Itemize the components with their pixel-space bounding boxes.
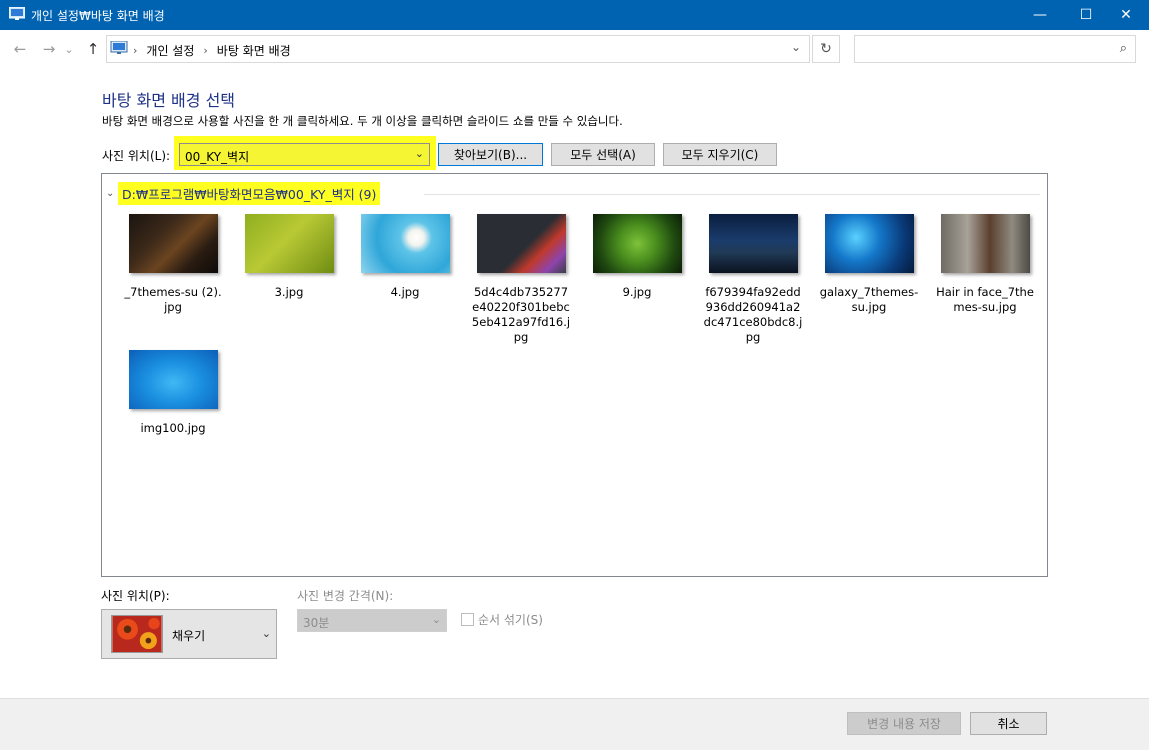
chevron-down-icon: ⌄ (261, 627, 271, 640)
picture-tile[interactable]: 3.jpg (234, 214, 344, 300)
picture-tile[interactable]: 4.jpg (350, 214, 460, 300)
save-changes-button[interactable]: 변경 내용 저장 (847, 712, 961, 735)
refresh-button[interactable]: ↻ (812, 35, 840, 63)
address-bar[interactable]: › 개인 설정 › 바탕 화면 배경 ⌄ (106, 35, 810, 63)
picture-filename: Hair in face_7themes-su.jpg (936, 285, 1034, 314)
picture-filename: 9.jpg (622, 285, 652, 299)
picture-filename: f679394fa92edd936dd260941a2dc471ce80bdc8… (703, 285, 803, 344)
picture-thumbnail[interactable] (244, 214, 334, 273)
title-bar: 개인 설정₩바탕 화면 배경 — ☐ ✕ (0, 0, 1149, 30)
control-panel-icon (110, 41, 128, 54)
recent-locations-button[interactable]: ⌄ (62, 38, 76, 60)
folder-group-header[interactable]: ⌄ D:₩프로그램₩바탕화면모음₩00_KY_벽지 (9) (106, 182, 381, 205)
cancel-button[interactable]: 취소 (970, 712, 1047, 735)
picture-tile[interactable]: img100.jpg (118, 350, 228, 436)
change-interval-value: 30분 (303, 616, 330, 630)
picture-tile[interactable]: 5d4c4db735277e40220f301bebc5eb412a97fd16… (466, 214, 576, 345)
chevron-down-icon: ⌄ (414, 147, 424, 160)
picture-filename: 5d4c4db735277e40220f301bebc5eb412a97fd16… (471, 285, 571, 344)
picture-filename: 3.jpg (274, 285, 304, 299)
picture-thumbnail[interactable] (940, 214, 1030, 273)
breadcrumb-separator-icon: › (203, 44, 208, 57)
picture-position-value: 채우기 (172, 629, 206, 643)
picture-tile[interactable]: Hair in face_7themes-su.jpg (930, 214, 1040, 315)
group-divider (424, 194, 1040, 195)
chevron-down-icon: ⌄ (431, 613, 441, 626)
close-button[interactable]: ✕ (1103, 0, 1149, 30)
forward-arrow-icon: → (42, 40, 56, 58)
breadcrumb-personalization[interactable]: 개인 설정 (146, 42, 194, 59)
change-interval-select[interactable]: 30분 ⌄ (297, 609, 447, 632)
browse-button[interactable]: 찾아보기(B)... (438, 143, 543, 166)
minimize-icon: — (1033, 7, 1047, 23)
picture-thumbnail[interactable] (824, 214, 914, 273)
picture-tile[interactable]: f679394fa92edd936dd260941a2dc471ce80bdc8… (698, 214, 808, 345)
breadcrumb-desktop-background[interactable]: 바탕 화면 배경 (217, 42, 291, 59)
change-interval-label: 사진 변경 간격(N): (297, 589, 394, 603)
up-arrow-icon: ↑ (86, 40, 100, 58)
picture-thumbnail[interactable] (708, 214, 798, 273)
chevron-down-icon: ⌄ (64, 42, 74, 56)
picture-tile[interactable]: _7themes-su (2).jpg (118, 214, 228, 315)
shuffle-label: 순서 섞기(S) (478, 613, 543, 627)
picture-location-label: 사진 위치(L): (102, 149, 171, 163)
footer-bar: 변경 내용 저장 취소 (0, 698, 1149, 750)
close-icon: ✕ (1120, 7, 1132, 23)
page-title: 바탕 화면 배경 선택 (102, 91, 236, 110)
minimize-button[interactable]: — (1017, 0, 1063, 30)
page-description: 바탕 화면 배경으로 사용할 사진을 한 개 클릭하세요. 두 개 이상을 클릭… (102, 114, 623, 128)
picture-filename: img100.jpg (140, 421, 206, 435)
picture-location-select[interactable]: 00_KY_벽지 ⌄ (179, 143, 430, 166)
select-all-button[interactable]: 모두 선택(A) (551, 143, 655, 166)
picture-thumbnail[interactable] (128, 214, 218, 273)
picture-location-value: 00_KY_벽지 (185, 150, 250, 164)
picture-filename: _7themes-su (2).jpg (124, 285, 222, 314)
maximize-icon: ☐ (1079, 7, 1093, 23)
picture-thumbnail[interactable] (128, 350, 218, 409)
breadcrumb: › 개인 설정 › 바탕 화면 배경 (133, 42, 291, 59)
shuffle-checkbox[interactable] (461, 613, 474, 626)
forward-button[interactable]: → (38, 38, 60, 60)
clear-all-button[interactable]: 모두 지우기(C) (663, 143, 777, 166)
picture-filename: 4.jpg (390, 285, 420, 299)
picture-tile[interactable]: galaxy_7themes-su.jpg (814, 214, 924, 315)
picture-position-label: 사진 위치(P): (101, 589, 170, 603)
refresh-icon: ↻ (820, 41, 832, 57)
picture-thumbnail[interactable] (592, 214, 682, 273)
picture-thumbnail[interactable] (360, 214, 450, 273)
collapse-chevron-icon[interactable]: ⌄ (106, 188, 118, 199)
picture-position-select[interactable]: 채우기 ⌄ (101, 609, 277, 659)
picture-thumbnail[interactable] (476, 214, 566, 273)
address-dropdown-icon[interactable]: ⌄ (791, 40, 801, 54)
window-title: 개인 설정₩바탕 화면 배경 (31, 9, 165, 23)
search-input[interactable] (859, 40, 1109, 58)
up-button[interactable]: ↑ (82, 38, 104, 60)
search-icon[interactable]: ⌕ (1120, 41, 1127, 56)
shuffle-option[interactable]: 순서 섞기(S) (461, 611, 543, 628)
picture-tile[interactable]: 9.jpg (582, 214, 692, 300)
picture-list[interactable]: ⌄ D:₩프로그램₩바탕화면모음₩00_KY_벽지 (9) _7themes-s… (101, 173, 1048, 577)
fill-preview-image (111, 615, 163, 653)
folder-group-title: D:₩프로그램₩바탕화면모음₩00_KY_벽지 (9) (118, 182, 381, 205)
search-box[interactable]: ⌕ (854, 35, 1136, 63)
breadcrumb-separator-icon: › (133, 44, 138, 57)
back-arrow-icon: ← (13, 40, 27, 58)
picture-filename: galaxy_7themes-su.jpg (819, 285, 919, 314)
control-panel-icon (9, 7, 25, 20)
back-button[interactable]: ← (9, 38, 31, 60)
